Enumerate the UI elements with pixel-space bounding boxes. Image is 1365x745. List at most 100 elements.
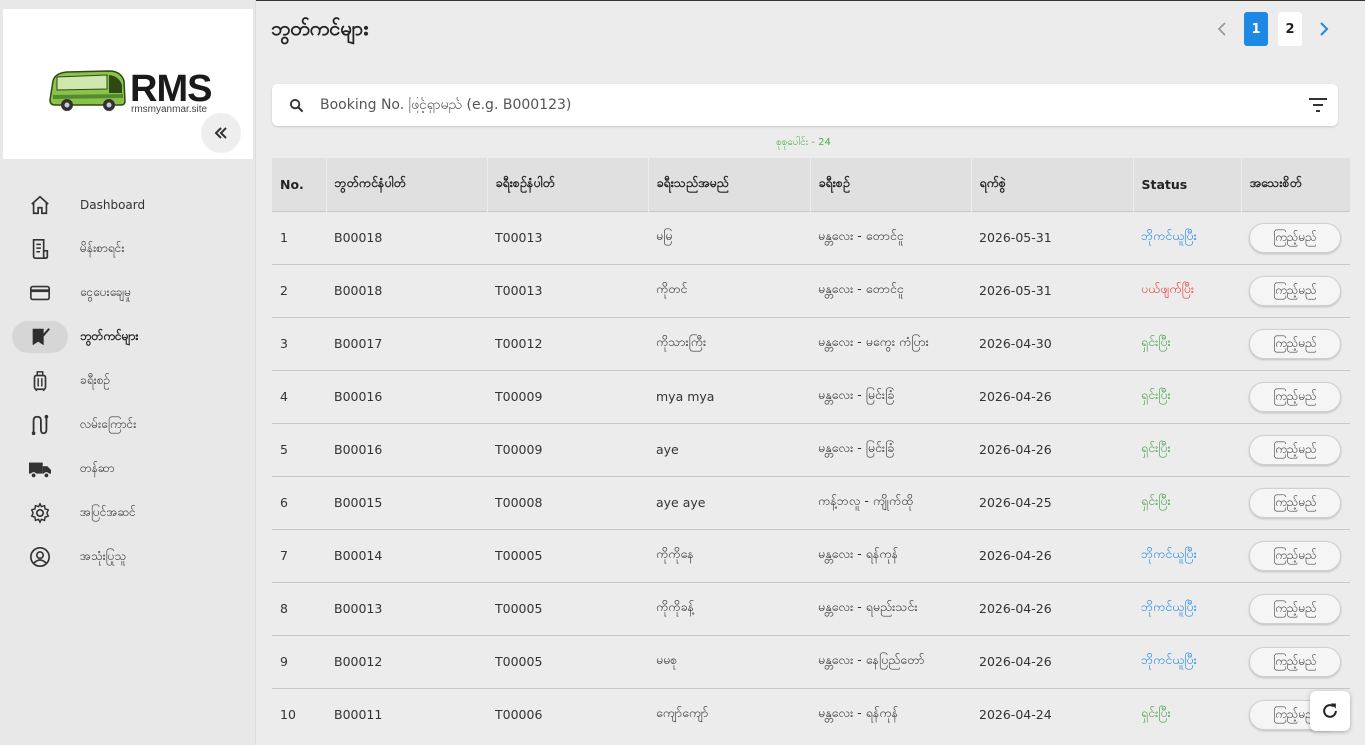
total-count: စုစုပေါင်း - 24 [776,137,831,148]
refresh-button[interactable] [1310,691,1350,731]
status-badge: ရှင်းပြီး [1141,440,1171,455]
status-badge: ဘိုကင်ယူပြီး [1141,652,1197,667]
sidebar-item-dashboard[interactable]: Dashboard [12,183,248,227]
search-input[interactable] [320,97,1298,113]
status-badge: ဘိုကင်ယူပြီး [1141,228,1197,243]
cell-trip: T00009 [495,442,543,457]
main-content: ဘွတ်ကင်များ 1 2 စုစုပေါင်း - 24 No. [256,0,1365,745]
view-details-button[interactable]: ကြည့်မည် [1249,487,1341,518]
cell-action: ကြည့်မည် [1241,529,1350,582]
prev-page-button[interactable] [1210,12,1234,46]
next-page-button[interactable] [1312,12,1336,46]
cell-route: မန္တလေး - တောင်ငူ [818,228,904,243]
cell-name: aye aye [656,495,706,510]
luggage-icon [12,365,68,397]
page-2-button[interactable]: 2 [1278,12,1302,46]
page-title: ဘွတ်ကင်များ [271,16,369,40]
view-details-button[interactable]: ကြည့်မည် [1249,222,1341,253]
cell-route: မန္တလေး - မကွေး ကံပြား [818,334,929,349]
sidebar-item-label: တန်ဆာ [80,461,115,475]
cell-date: 2026-04-26 [979,548,1052,563]
cell-booking: B00012 [334,654,383,669]
table-row: 6 B00015 T00008 aye aye ကန့်ဘလူ - ကျိုက်ထို 2… [272,476,1350,529]
column-header: Status [1133,158,1242,211]
cell-no: 6 [280,495,288,510]
cell-action: ကြည့်မည် [1241,370,1350,423]
search-bar [272,84,1338,126]
sidebar-item-trips[interactable]: ခရီးစဉ် [12,359,248,403]
sidebar-item-routes[interactable]: လမ်းကြောင်း [12,403,248,447]
cell-date: 2026-04-30 [979,336,1052,351]
cell-date: 2026-04-25 [979,495,1052,510]
cell-booking: B00018 [334,283,383,298]
search-icon [272,98,320,113]
chevron-left-icon [1217,22,1226,36]
view-details-button[interactable]: ကြည့်မည် [1249,434,1341,465]
view-details-button[interactable]: ကြည့်မည် [1249,646,1341,677]
cell-booking: B00016 [334,389,383,404]
receipt-icon [12,233,68,265]
column-header: ခရီးစဉ် [810,158,972,211]
cell-booking: B00013 [334,601,383,616]
credit-card-icon [12,277,68,309]
cell-trip: T00013 [495,283,543,298]
sidebar-item-bookings[interactable]: ဘွတ်ကင်များ [12,315,248,359]
table-row: 4 B00016 T00009 mya mya မန္တလေး - မြင်းခြံ 20… [272,370,1350,423]
view-details-button[interactable]: ကြည့်မည် [1249,275,1341,306]
status-badge: ပယ်ဖျက်ပြီး [1141,281,1195,296]
view-details-button[interactable]: ကြည့်မည် [1249,381,1341,412]
table-row: 8 B00013 T00005 ကိုကိုခန့် မန္တလေး - ရမည်းသင… [272,582,1350,635]
sidebar-item-label: ဘွတ်ကင်များ [80,329,139,343]
booking-icon [12,321,68,353]
cell-name: မမစု [656,652,678,667]
filter-icon[interactable] [1298,97,1338,113]
sidebar-item-settings[interactable]: အပြင်အဆင် [12,491,248,535]
cell-date: 2026-04-24 [979,707,1052,723]
sidebar: RMS rmsmyanmar.site Dashboard မိန်းစာရင်… [0,0,256,745]
table-row: 10 B00011 T00006 ကျော်ကျော် မန္တလေး - ရန်ကုန… [272,688,1350,741]
cell-trip: T00005 [495,654,543,669]
cell-no: 10 [280,707,296,723]
cell-no: 1 [280,230,288,245]
cell-trip: T00009 [495,389,543,404]
sidebar-item-vehicles[interactable]: တန်ဆာ [12,447,248,491]
cell-action: ကြည့်မည် [1241,582,1350,635]
logo-panel: RMS rmsmyanmar.site [3,9,253,159]
cell-date: 2026-04-26 [979,442,1052,457]
view-details-button[interactable]: ကြည့်မည် [1249,328,1341,359]
cell-action: ကြည့်မည် [1241,317,1350,370]
sidebar-item-payments[interactable]: ငွေပေးချေမှု [12,271,248,315]
cell-name: ကိုကိုခန့် [656,599,694,614]
cell-route: မန္တလေး - မြင်းခြံ [818,387,895,402]
status-badge: ရှင်းပြီး [1141,705,1171,721]
collapse-sidebar-button[interactable] [201,113,241,153]
cell-no: 7 [280,548,288,563]
bookings-table: No. ဘွတ်ကင်နံပါတ် ခရီးစဉ်နံပါတ် ခရီးသည်အ… [272,158,1351,741]
page-1-button[interactable]: 1 [1244,12,1268,46]
cell-no: 4 [280,389,288,404]
cell-route: မန္တလေး - မြင်းခြံ [818,440,895,455]
view-details-button[interactable]: ကြည့်မည် [1249,540,1341,571]
column-header: ခရီးသည်အမည် [648,158,811,211]
column-header: No. [272,158,327,211]
column-header: ရက်စွဲ [971,158,1134,211]
home-icon [12,189,68,221]
column-header: ခရီးစဉ်နံပါတ် [487,158,649,211]
sidebar-item-receipts[interactable]: မိန်းစာရင်း [12,227,248,271]
cell-action: ကြည့်မည် [1241,211,1350,264]
cell-route: မန္တလေး - တောင်ငူ [818,281,904,296]
cell-no: 8 [280,601,288,616]
sidebar-item-users[interactable]: အသုံးပြုသူ [12,535,248,579]
cell-no: 5 [280,442,288,457]
route-icon [12,409,68,441]
cell-booking: B00015 [334,495,383,510]
cell-trip: T00005 [495,601,543,616]
cell-date: 2026-04-26 [979,389,1052,404]
brand-name: RMS [130,68,212,110]
sidebar-item-label: ခရီးစဉ် [80,373,111,387]
bus-logo-icon [49,70,126,111]
cell-action: ကြည့်မည် [1241,423,1350,476]
view-details-button[interactable]: ကြည့်မည် [1249,593,1341,624]
status-badge: ဘိုကင်ယူပြီး [1141,546,1197,561]
cell-name: ကျော်ကျော် [656,705,709,721]
